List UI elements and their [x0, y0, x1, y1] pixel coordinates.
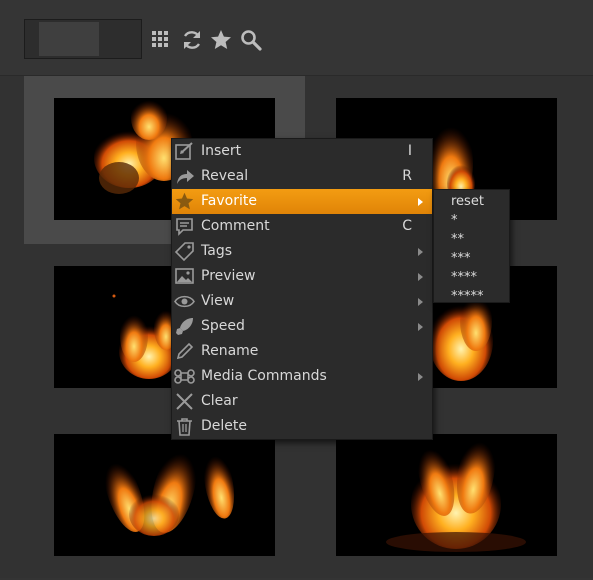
submenu-item-reset[interactable]: reset: [434, 192, 509, 211]
submenu-arrow-icon: [418, 373, 423, 381]
submenu-arrow-icon: [418, 323, 423, 331]
rocket-icon: [174, 316, 195, 337]
menu-item-media-commands[interactable]: Media Commands: [172, 364, 432, 389]
submenu-item-4-stars[interactable]: ****: [434, 268, 509, 287]
menu-item-tags[interactable]: Tags: [172, 239, 432, 264]
menu-item-reveal[interactable]: Reveal R: [172, 164, 432, 189]
tag-icon: [174, 241, 195, 262]
menu-item-comment[interactable]: Comment C: [172, 214, 432, 239]
fire-thumbnail[interactable]: [54, 434, 275, 556]
grid-icon[interactable]: [150, 28, 174, 52]
menu-item-rename[interactable]: Rename: [172, 339, 432, 364]
trash-icon: [174, 416, 195, 437]
insert-icon: [174, 141, 195, 162]
menu-item-view[interactable]: View: [172, 289, 432, 314]
submenu-item-3-stars[interactable]: ***: [434, 249, 509, 268]
submenu-item-1-star[interactable]: *: [434, 211, 509, 230]
star-icon: [174, 191, 195, 212]
menu-item-clear[interactable]: Clear: [172, 389, 432, 414]
menu-item-preview[interactable]: Preview: [172, 264, 432, 289]
context-menu: Insert I Reveal R Favorite Comment C Tag…: [171, 138, 433, 440]
slider-handle[interactable]: [39, 22, 99, 56]
toolbar: [0, 0, 593, 76]
eye-icon: [174, 291, 195, 312]
star-icon[interactable]: [209, 28, 233, 52]
favorite-submenu: reset * ** *** **** *****: [433, 189, 510, 306]
submenu-arrow-icon: [418, 298, 423, 306]
comment-icon: [174, 216, 195, 237]
submenu-item-5-stars[interactable]: *****: [434, 287, 509, 306]
command-icon: [174, 366, 195, 387]
submenu-arrow-icon: [418, 248, 423, 256]
submenu-item-2-stars[interactable]: **: [434, 230, 509, 249]
image-icon: [174, 266, 195, 287]
submenu-arrow-icon: [418, 198, 423, 206]
submenu-arrow-icon: [418, 273, 423, 281]
fire-thumbnail[interactable]: [336, 434, 557, 556]
refresh-icon[interactable]: [180, 28, 204, 52]
menu-item-favorite[interactable]: Favorite: [172, 189, 432, 214]
pencil-icon: [174, 341, 195, 362]
search-icon[interactable]: [239, 28, 263, 52]
x-icon: [174, 391, 195, 412]
view-size-slider[interactable]: [24, 19, 142, 59]
menu-item-insert[interactable]: Insert I: [172, 139, 432, 164]
menu-item-speed[interactable]: Speed: [172, 314, 432, 339]
reveal-arrow-icon: [174, 166, 195, 187]
menu-item-delete[interactable]: Delete: [172, 414, 432, 439]
